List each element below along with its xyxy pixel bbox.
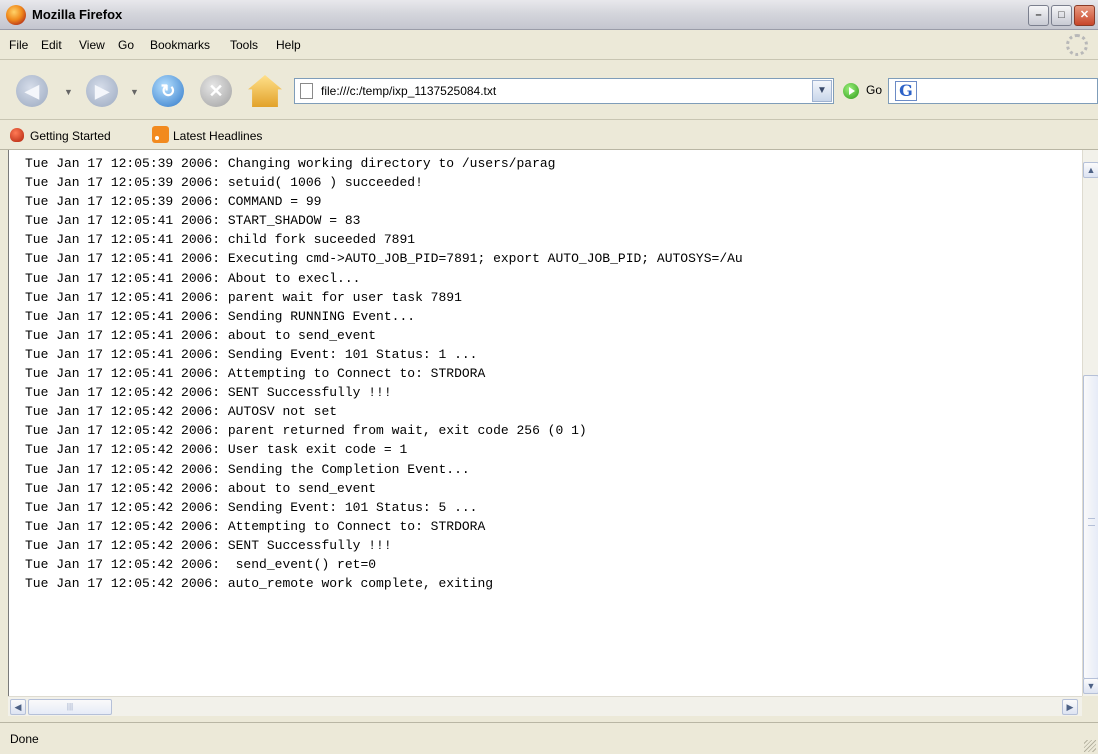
status-text: Done — [10, 732, 39, 746]
go-label: Go — [866, 83, 883, 97]
log-line: Tue Jan 17 12:05:42 2006: parent returne… — [25, 423, 587, 439]
url-history-dropdown-button[interactable]: ▼ — [812, 80, 832, 102]
log-line: Tue Jan 17 12:05:41 2006: Sending Event:… — [25, 346, 478, 362]
log-line: Tue Jan 17 12:05:42 2006: Sending the Co… — [25, 461, 470, 477]
home-button[interactable] — [248, 75, 282, 107]
log-line: Tue Jan 17 12:05:41 2006: START_SHADOW =… — [25, 213, 361, 229]
resize-grip-icon[interactable] — [1084, 740, 1096, 752]
navigation-toolbar: ◀ ▼ ▶ ▼ ↻ ✕ file:///c:/temp/ixp_11375250… — [0, 60, 1098, 120]
horizontal-scroll-thumb[interactable]: ||| — [28, 699, 112, 715]
firefox-logo-icon — [6, 5, 26, 25]
forward-arrow-icon: ▶ — [95, 81, 109, 101]
log-line: Tue Jan 17 12:05:42 2006: AUTOSV not set — [25, 404, 338, 420]
search-box[interactable]: G — [888, 78, 1098, 104]
url-text[interactable]: file:///c:/temp/ixp_1137525084.txt — [321, 84, 496, 98]
vertical-scroll-thumb[interactable] — [1083, 375, 1098, 679]
log-line: Tue Jan 17 12:05:39 2006: setuid( 1006 )… — [25, 175, 423, 191]
log-line: Tue Jan 17 12:05:41 2006: parent wait fo… — [25, 289, 462, 305]
activity-throbber-icon — [1066, 34, 1088, 56]
bookmarks-toolbar: Getting Started Latest Headlines — [0, 120, 1098, 150]
log-line: Tue Jan 17 12:05:41 2006: child fork suc… — [25, 232, 416, 248]
status-bar: Done — [0, 722, 1098, 754]
log-line: Tue Jan 17 12:05:42 2006: SENT Successfu… — [25, 385, 392, 401]
log-line: Tue Jan 17 12:05:39 2006: Changing worki… — [25, 156, 556, 171]
log-line: Tue Jan 17 12:05:42 2006: SENT Successfu… — [25, 537, 392, 553]
reload-button[interactable]: ↻ — [152, 75, 184, 107]
getting-started-icon — [10, 128, 24, 142]
menu-edit[interactable]: Edit — [41, 38, 62, 52]
scroll-down-button[interactable]: ▼ — [1083, 678, 1098, 694]
log-line: Tue Jan 17 12:05:42 2006: about to send_… — [25, 480, 377, 496]
menu-help[interactable]: Help — [276, 38, 301, 52]
log-line: Tue Jan 17 12:05:42 2006: Attempting to … — [25, 518, 486, 534]
scroll-up-button[interactable]: ▲ — [1083, 162, 1098, 178]
stop-button[interactable]: ✕ — [200, 75, 232, 107]
reload-icon: ↻ — [160, 81, 176, 101]
back-button[interactable]: ◀ — [16, 75, 48, 107]
log-line: Tue Jan 17 12:05:39 2006: COMMAND = 99 — [25, 194, 322, 210]
window-frame-left — [0, 150, 8, 716]
scroll-grip-icon — [1088, 518, 1095, 526]
stop-icon: ✕ — [208, 81, 224, 101]
close-button[interactable]: ✕ — [1074, 5, 1095, 26]
scroll-left-button[interactable]: ◀ — [10, 699, 26, 715]
menu-bar: File Edit View Go Bookmarks Tools Help — [0, 30, 1098, 60]
rss-feed-icon — [152, 126, 169, 143]
page-icon — [300, 83, 313, 99]
bookmark-getting-started[interactable]: Getting Started — [30, 129, 111, 143]
menu-view[interactable]: View — [79, 38, 105, 52]
menu-tools[interactable]: Tools — [230, 38, 258, 52]
log-line: Tue Jan 17 12:05:42 2006: send_event() r… — [25, 556, 377, 572]
go-arrow-icon — [843, 83, 859, 99]
log-text: Tue Jan 17 12:05:39 2006: Changing worki… — [25, 154, 743, 593]
menu-go[interactable]: Go — [118, 38, 134, 52]
menu-file[interactable]: File — [9, 38, 28, 52]
forward-button[interactable]: ▶ — [86, 75, 118, 107]
log-line: Tue Jan 17 12:05:41 2006: about to send_… — [25, 327, 377, 343]
horizontal-scrollbar[interactable]: ◀ ||| ▶ — [8, 696, 1082, 716]
log-line: Tue Jan 17 12:05:41 2006: About to execl… — [25, 270, 361, 286]
title-bar: Mozilla Firefox – □ ✕ — [0, 0, 1098, 30]
back-arrow-icon: ◀ — [25, 81, 39, 101]
log-line: Tue Jan 17 12:05:42 2006: User task exit… — [25, 442, 408, 458]
log-line: Tue Jan 17 12:05:42 2006: Sending Event:… — [25, 499, 478, 515]
maximize-button[interactable]: □ — [1051, 5, 1072, 26]
log-line: Tue Jan 17 12:05:41 2006: Sending RUNNIN… — [25, 308, 416, 324]
log-line: Tue Jan 17 12:05:41 2006: Executing cmd-… — [25, 251, 743, 267]
vertical-scrollbar[interactable]: ▲ ▼ — [1082, 150, 1098, 696]
scrollbar-corner — [1082, 696, 1098, 716]
back-history-dropdown-icon[interactable]: ▼ — [64, 87, 73, 97]
address-bar[interactable]: file:///c:/temp/ixp_1137525084.txt — [294, 78, 834, 104]
window-title: Mozilla Firefox — [32, 7, 123, 22]
scroll-right-button[interactable]: ▶ — [1062, 699, 1078, 715]
page-content: Tue Jan 17 12:05:39 2006: Changing worki… — [8, 150, 1082, 696]
google-search-engine-icon[interactable]: G — [895, 81, 917, 101]
bookmark-latest-headlines[interactable]: Latest Headlines — [173, 129, 262, 143]
log-line: Tue Jan 17 12:05:42 2006: auto_remote wo… — [25, 576, 494, 592]
minimize-button[interactable]: – — [1028, 5, 1049, 26]
forward-history-dropdown-icon[interactable]: ▼ — [130, 87, 139, 97]
menu-bookmarks[interactable]: Bookmarks — [150, 38, 210, 52]
log-line: Tue Jan 17 12:05:41 2006: Attempting to … — [25, 366, 486, 382]
